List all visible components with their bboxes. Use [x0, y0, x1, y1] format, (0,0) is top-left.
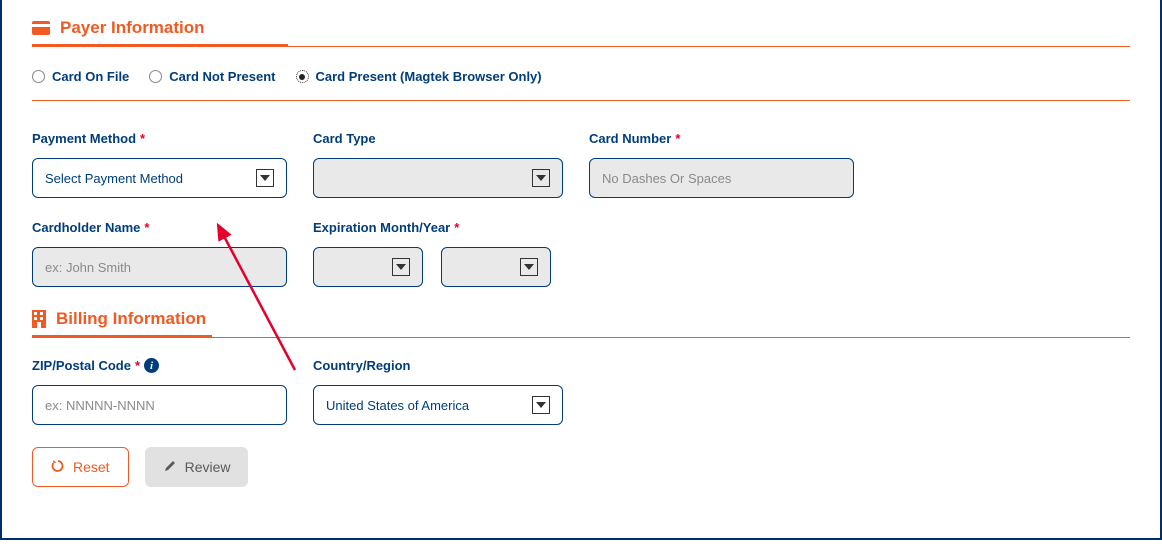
- chevron-down-icon: [532, 396, 550, 414]
- payment-method-select[interactable]: Select Payment Method: [32, 158, 287, 198]
- reset-button[interactable]: Reset: [32, 447, 129, 487]
- info-icon[interactable]: i: [144, 358, 159, 373]
- review-label: Review: [185, 459, 231, 475]
- refresh-icon: [51, 459, 65, 476]
- radio-card-on-file[interactable]: Card On File: [32, 69, 129, 84]
- required-mark: *: [675, 131, 680, 146]
- chevron-down-icon: [532, 169, 550, 187]
- radio-separator: [32, 100, 1130, 101]
- cardholder-name-input-wrap: [32, 247, 287, 287]
- payer-info-header: Payer Information: [32, 18, 1130, 38]
- radio-card-present[interactable]: Card Present (Magtek Browser Only): [296, 69, 542, 84]
- payment-method-label: Payment Method*: [32, 131, 287, 146]
- radio-label: Card Not Present: [169, 69, 275, 84]
- card-number-label: Card Number*: [589, 131, 854, 146]
- reset-label: Reset: [73, 459, 110, 475]
- card-type-select[interactable]: [313, 158, 563, 198]
- cardholder-name-input[interactable]: [45, 248, 274, 286]
- expiration-field: Expiration Month/Year*: [313, 220, 551, 287]
- form-row-1: Payment Method* Select Payment Method Ca…: [32, 131, 1130, 198]
- card-number-input[interactable]: [602, 159, 841, 197]
- radio-icon: [32, 70, 45, 83]
- required-mark: *: [135, 358, 140, 373]
- building-icon: [32, 310, 46, 328]
- radio-label: Card Present (Magtek Browser Only): [316, 69, 542, 84]
- payment-method-value: Select Payment Method: [45, 171, 183, 186]
- country-label: Country/Region: [313, 358, 563, 373]
- zip-field: ZIP/Postal Code* i: [32, 358, 287, 425]
- chevron-down-icon: [256, 169, 274, 187]
- zip-input[interactable]: [45, 386, 274, 424]
- payment-method-field: Payment Method* Select Payment Method: [32, 131, 287, 198]
- card-mode-radios: Card On File Card Not Present Card Prese…: [32, 69, 1130, 84]
- country-value: United States of America: [326, 398, 469, 413]
- radio-icon: [296, 70, 309, 83]
- country-select[interactable]: United States of America: [313, 385, 563, 425]
- expiration-month-select[interactable]: [313, 247, 423, 287]
- required-mark: *: [144, 220, 149, 235]
- radio-icon: [149, 70, 162, 83]
- radio-label: Card On File: [52, 69, 129, 84]
- cardholder-name-label: Cardholder Name*: [32, 220, 287, 235]
- card-number-field: Card Number*: [589, 131, 854, 198]
- required-mark: *: [140, 131, 145, 146]
- required-mark: *: [454, 220, 459, 235]
- form-row-3: ZIP/Postal Code* i Country/Region United…: [32, 358, 1130, 425]
- card-icon: [32, 21, 50, 35]
- card-number-input-wrap: [589, 158, 854, 198]
- zip-input-wrap: [32, 385, 287, 425]
- zip-label: ZIP/Postal Code* i: [32, 358, 287, 373]
- card-type-field: Card Type: [313, 131, 563, 198]
- cardholder-name-field: Cardholder Name*: [32, 220, 287, 287]
- button-row: Reset Review: [32, 447, 1130, 487]
- expiration-year-select[interactable]: [441, 247, 551, 287]
- section-divider: [32, 337, 1130, 338]
- card-type-label: Card Type: [313, 131, 563, 146]
- pencil-icon: [163, 459, 177, 476]
- chevron-down-icon: [520, 258, 538, 276]
- payer-info-title: Payer Information: [60, 18, 205, 38]
- review-button[interactable]: Review: [145, 447, 249, 487]
- country-field: Country/Region United States of America: [313, 358, 563, 425]
- billing-info-title: Billing Information: [56, 309, 206, 329]
- form-row-2: Cardholder Name* Expiration Month/Year*: [32, 220, 1130, 287]
- section-divider: [32, 46, 1130, 47]
- chevron-down-icon: [392, 258, 410, 276]
- billing-info-header: Billing Information: [32, 309, 1130, 329]
- expiration-label: Expiration Month/Year*: [313, 220, 551, 235]
- radio-card-not-present[interactable]: Card Not Present: [149, 69, 275, 84]
- form-panel: Payer Information Card On File Card Not …: [0, 0, 1162, 540]
